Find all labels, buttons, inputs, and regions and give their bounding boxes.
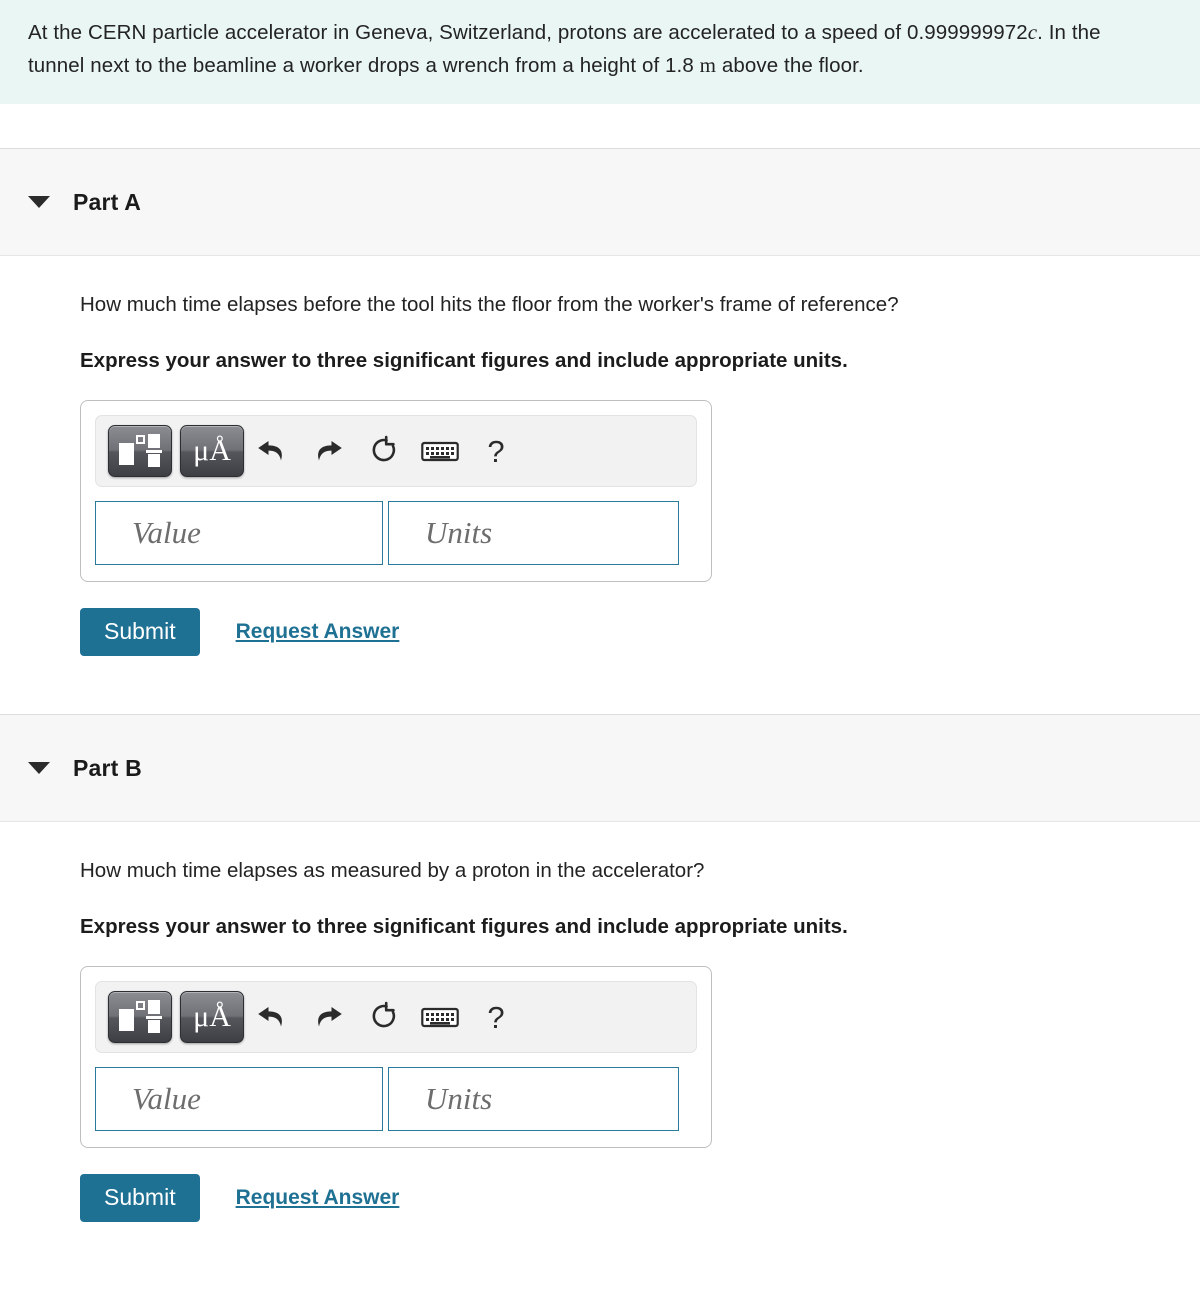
math-template-icon [119, 433, 162, 469]
micro-angstrom-icon: μÅ [193, 434, 231, 467]
problem-text-part-1: At the CERN particle accelerator in Gene… [28, 21, 907, 44]
part-header-a[interactable]: Part A [0, 148, 1200, 256]
redo-icon [311, 436, 345, 466]
part-title-a: Part A [73, 188, 142, 215]
keyboard-icon [421, 438, 459, 464]
micro-angstrom-icon: μÅ [193, 1000, 231, 1033]
help-button-b[interactable]: ? [468, 991, 524, 1043]
math-template-button-b[interactable] [108, 991, 172, 1043]
part-body-a: How much time elapses before the tool hi… [0, 256, 1200, 672]
keyboard-button-a[interactable] [412, 425, 468, 477]
part-body-b: How much time elapses as measured by a p… [0, 822, 1200, 1238]
speed-of-light-symbol: c [1027, 20, 1038, 44]
question-text-b: How much time elapses as measured by a p… [80, 859, 705, 882]
value-placeholder-a: Value [132, 515, 201, 550]
units-placeholder-b: Units [425, 1081, 493, 1116]
redo-icon [311, 1002, 345, 1032]
undo-icon [255, 1002, 289, 1032]
math-template-button-a[interactable] [108, 425, 172, 477]
banner-spacer [0, 104, 1200, 148]
question-text-a: How much time elapses before the tool hi… [80, 293, 899, 316]
part-section-b: Part B How much time elapses as measured… [0, 714, 1200, 1238]
value-input-a[interactable]: Value [95, 501, 383, 565]
part-header-b[interactable]: Part B [0, 714, 1200, 822]
reset-button-a[interactable] [356, 425, 412, 477]
chevron-down-icon[interactable] [28, 762, 50, 774]
request-answer-link-a[interactable]: Request Answer [236, 620, 400, 644]
part-section-a: Part A How much time elapses before the … [0, 148, 1200, 672]
speed-value: 0.999999972 [906, 21, 1028, 44]
reset-button-b[interactable] [356, 991, 412, 1043]
part-title-b: Part B [73, 754, 142, 781]
page-tail-spacer [0, 1238, 1200, 1254]
reset-icon [368, 435, 400, 467]
value-placeholder-b: Value [132, 1081, 201, 1116]
units-input-a[interactable]: Units [388, 501, 679, 565]
question-instruction-b: Express your answer to three significant… [80, 915, 848, 938]
question-instruction-a: Express your answer to three significant… [80, 349, 848, 372]
submit-button-b[interactable]: Submit [80, 1174, 200, 1222]
submit-row-b: Submit Request Answer [80, 1174, 1172, 1228]
submit-row-a: Submit Request Answer [80, 608, 1172, 662]
units-button-b[interactable]: μÅ [180, 991, 244, 1043]
undo-button-b[interactable] [244, 991, 300, 1043]
answer-toolbar-a: μÅ ? [95, 415, 697, 487]
math-template-icon [119, 999, 162, 1035]
value-input-b[interactable]: Value [95, 1067, 383, 1131]
help-button-a[interactable]: ? [468, 425, 524, 477]
answer-fields-b: Value Units [95, 1067, 697, 1131]
meter-unit-symbol: m [699, 53, 717, 77]
reset-icon [368, 1001, 400, 1033]
units-placeholder-a: Units [425, 515, 493, 550]
question-mark-icon: ? [487, 999, 505, 1035]
chevron-down-icon[interactable] [28, 196, 50, 208]
request-answer-link-b[interactable]: Request Answer [236, 1186, 400, 1210]
problem-text-part-3: above the floor. [716, 54, 864, 77]
undo-icon [255, 436, 289, 466]
redo-button-b[interactable] [300, 991, 356, 1043]
units-input-b[interactable]: Units [388, 1067, 679, 1131]
question-mark-icon: ? [487, 433, 505, 469]
answer-box-b: μÅ ? Value Units [80, 966, 712, 1148]
redo-button-a[interactable] [300, 425, 356, 477]
answer-toolbar-b: μÅ ? [95, 981, 697, 1053]
undo-button-a[interactable] [244, 425, 300, 477]
answer-fields-a: Value Units [95, 501, 697, 565]
units-button-a[interactable]: μÅ [180, 425, 244, 477]
submit-button-a[interactable]: Submit [80, 608, 200, 656]
problem-statement-banner: At the CERN particle accelerator in Gene… [0, 0, 1200, 104]
answer-box-a: μÅ ? Value Units [80, 400, 712, 582]
keyboard-button-b[interactable] [412, 991, 468, 1043]
keyboard-icon [421, 1004, 459, 1030]
problem-statement-text: At the CERN particle accelerator in Gene… [28, 16, 1148, 82]
section-spacer [0, 672, 1200, 714]
